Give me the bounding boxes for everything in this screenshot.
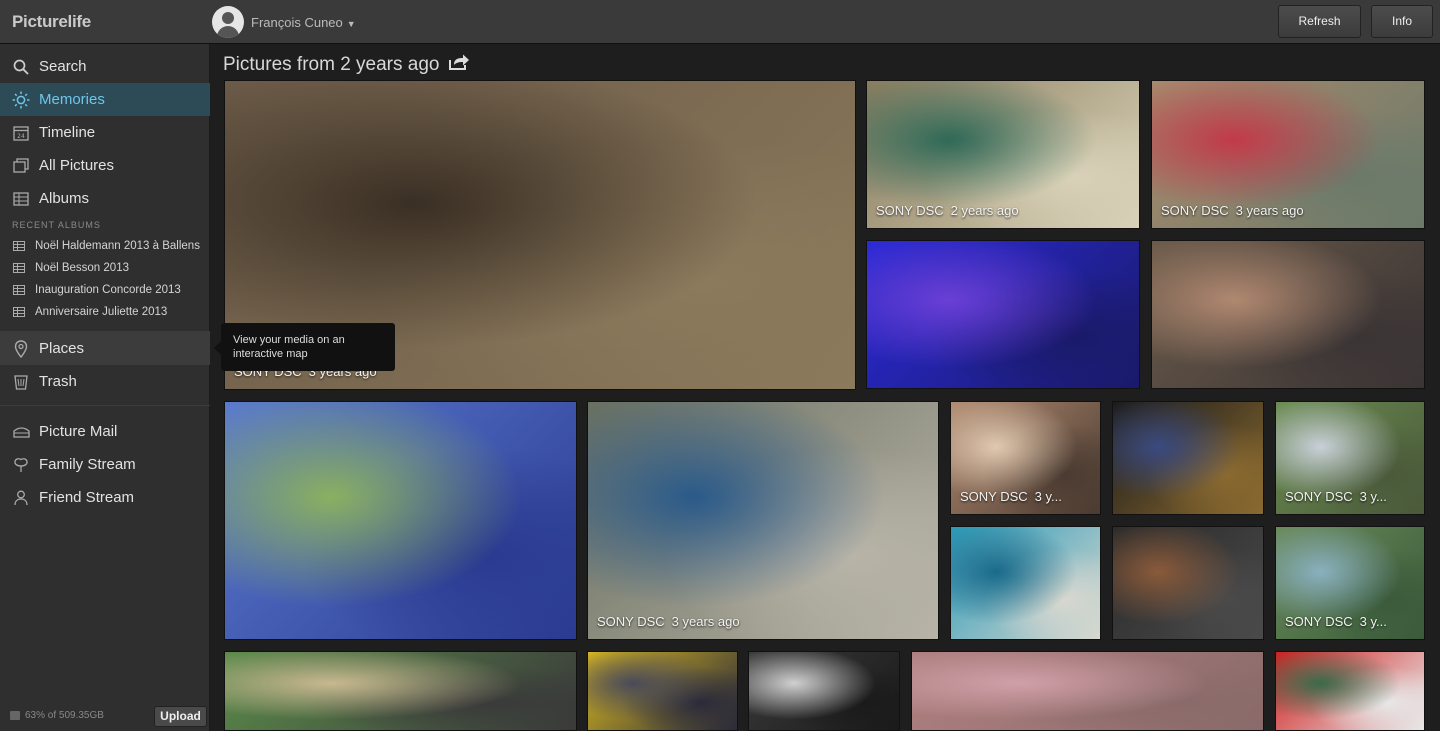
sidebar-item-picture-mail[interactable]: Picture Mail — [0, 415, 210, 448]
storage-text: 63% of 509.35GB — [25, 710, 104, 721]
photo-name: SONY DSC — [1285, 614, 1353, 629]
disk-icon — [10, 711, 20, 720]
recent-album-label: Noël Besson 2013 — [35, 262, 129, 274]
photo-tile[interactable] — [866, 240, 1140, 389]
share-icon[interactable] — [448, 53, 470, 77]
sidebar-item-label: Places — [39, 340, 85, 357]
photo-age: 3 y... — [1034, 489, 1062, 504]
sidebar-item-label: Friend Stream — [39, 489, 135, 506]
top-bar: Picturelife François Cuneo ▼ Refresh Info — [0, 0, 1440, 44]
sidebar-item-label: Albums — [39, 190, 90, 207]
photo-caption: SONY DSC 3 years ago — [1161, 203, 1304, 218]
recent-album-item[interactable]: Inauguration Concorde 2013 — [0, 279, 210, 301]
svg-text:24: 24 — [17, 133, 25, 140]
photo-tile[interactable] — [911, 651, 1264, 731]
places-tooltip: View your media on an interactive map — [214, 323, 395, 371]
sun-icon — [12, 91, 30, 109]
photo-caption: SONY DSC 2 years ago — [876, 203, 1019, 218]
photo-tile[interactable] — [1112, 526, 1264, 640]
map-pin-icon — [12, 339, 30, 358]
trash-icon — [12, 373, 30, 391]
album-grid-icon — [12, 190, 30, 208]
refresh-button[interactable]: Refresh — [1278, 5, 1361, 38]
stack-icon — [12, 157, 30, 175]
sidebar-item-memories[interactable]: Memories — [0, 83, 210, 116]
page-title-text: Pictures from 2 years ago — [223, 54, 440, 75]
album-grid-icon — [13, 263, 25, 273]
divider — [0, 405, 210, 406]
sidebar-item-label: Search — [39, 58, 87, 75]
avatar[interactable] — [212, 6, 244, 38]
sidebar-item-label: Memories — [39, 91, 105, 108]
album-grid-icon — [13, 307, 25, 317]
search-icon — [12, 58, 30, 76]
sidebar: Search Memories 24 Timeline All Pictures… — [0, 44, 210, 731]
photo-tile[interactable]: SONY DSC 3 years ago — [1151, 80, 1425, 229]
photo-age: 3 y... — [1359, 489, 1387, 504]
sidebar-item-all-pictures[interactable]: All Pictures — [0, 149, 210, 182]
recent-album-item[interactable]: Noël Besson 2013 — [0, 257, 210, 279]
photo-caption: SONY DSC 3 y... — [1285, 489, 1387, 504]
sidebar-item-trash[interactable]: Trash — [0, 365, 210, 398]
mail-icon — [12, 423, 30, 441]
sidebar-item-search[interactable]: Search — [0, 50, 210, 83]
photo-tile[interactable]: SONY DSC 2 years ago — [866, 80, 1140, 229]
photo-caption: SONY DSC 3 y... — [960, 489, 1062, 504]
caret-down-icon: ▼ — [346, 19, 356, 29]
photo-age: 2 years ago — [950, 203, 1019, 218]
photo-tile[interactable]: SONY DSC 3 y... — [950, 401, 1101, 515]
sidebar-item-albums[interactable]: Albums — [0, 182, 210, 215]
person-icon — [12, 489, 30, 507]
sidebar-item-family-stream[interactable]: Family Stream — [0, 448, 210, 481]
sidebar-item-label: All Pictures — [39, 157, 115, 174]
family-icon — [12, 456, 30, 474]
photo-tile[interactable] — [587, 651, 738, 731]
sidebar-item-label: Trash — [39, 373, 77, 390]
photo-age: 3 years ago — [1235, 203, 1304, 218]
sidebar-item-label: Timeline — [39, 124, 96, 141]
photo-tile[interactable] — [224, 401, 577, 640]
photo-age: 3 years ago — [671, 614, 740, 629]
page-title: Pictures from 2 years ago — [223, 53, 470, 77]
recent-album-label: Noël Haldemann 2013 à Ballens — [35, 240, 200, 252]
recent-album-label: Anniversaire Juliette 2013 — [35, 306, 168, 318]
calendar-icon: 24 — [12, 124, 30, 142]
photo-name: SONY DSC — [876, 203, 944, 218]
photo-name: SONY DSC — [1285, 489, 1353, 504]
photo-name: SONY DSC — [960, 489, 1028, 504]
sidebar-item-friend-stream[interactable]: Friend Stream — [0, 481, 210, 514]
upload-button[interactable]: Upload — [154, 706, 207, 727]
photo-tile[interactable] — [950, 526, 1101, 640]
photo-tile[interactable]: SONY DSC 3 y... — [1275, 526, 1425, 640]
sidebar-item-label: Family Stream — [39, 456, 136, 473]
photo-caption: SONY DSC 3 y... — [1285, 614, 1387, 629]
sidebar-item-places[interactable]: Places — [0, 332, 210, 365]
info-button[interactable]: Info — [1371, 5, 1433, 38]
sidebar-item-label: Picture Mail — [39, 423, 118, 440]
recent-album-item[interactable]: Noël Haldemann 2013 à Ballens — [0, 235, 210, 257]
photo-name: SONY DSC — [597, 614, 665, 629]
photo-tile[interactable]: SONY DSC 3 y... — [1275, 401, 1425, 515]
recent-album-label: Inauguration Concorde 2013 — [35, 284, 181, 296]
photo-tile[interactable] — [1275, 651, 1425, 731]
user-name: François Cuneo — [251, 15, 343, 30]
photo-tile[interactable] — [748, 651, 900, 731]
storage-usage: 63% of 509.35GB — [10, 710, 104, 721]
photo-caption: SONY DSC 3 years ago — [597, 614, 740, 629]
album-grid-icon — [13, 241, 25, 251]
photo-tile[interactable] — [224, 651, 577, 731]
app-logo[interactable]: Picturelife — [12, 12, 91, 32]
photo-tile[interactable] — [1112, 401, 1264, 515]
photo-name: SONY DSC — [1161, 203, 1229, 218]
album-grid-icon — [13, 285, 25, 295]
photo-tile[interactable] — [1151, 240, 1425, 389]
photo-tile[interactable]: SONY DSC 3 years ago — [587, 401, 939, 640]
sidebar-item-timeline[interactable]: 24 Timeline — [0, 116, 210, 149]
recent-album-item[interactable]: Anniversaire Juliette 2013 — [0, 301, 210, 323]
recent-albums-label: RECENT ALBUMS — [12, 220, 101, 230]
photo-age: 3 y... — [1359, 614, 1387, 629]
user-menu[interactable]: François Cuneo ▼ — [251, 15, 356, 30]
